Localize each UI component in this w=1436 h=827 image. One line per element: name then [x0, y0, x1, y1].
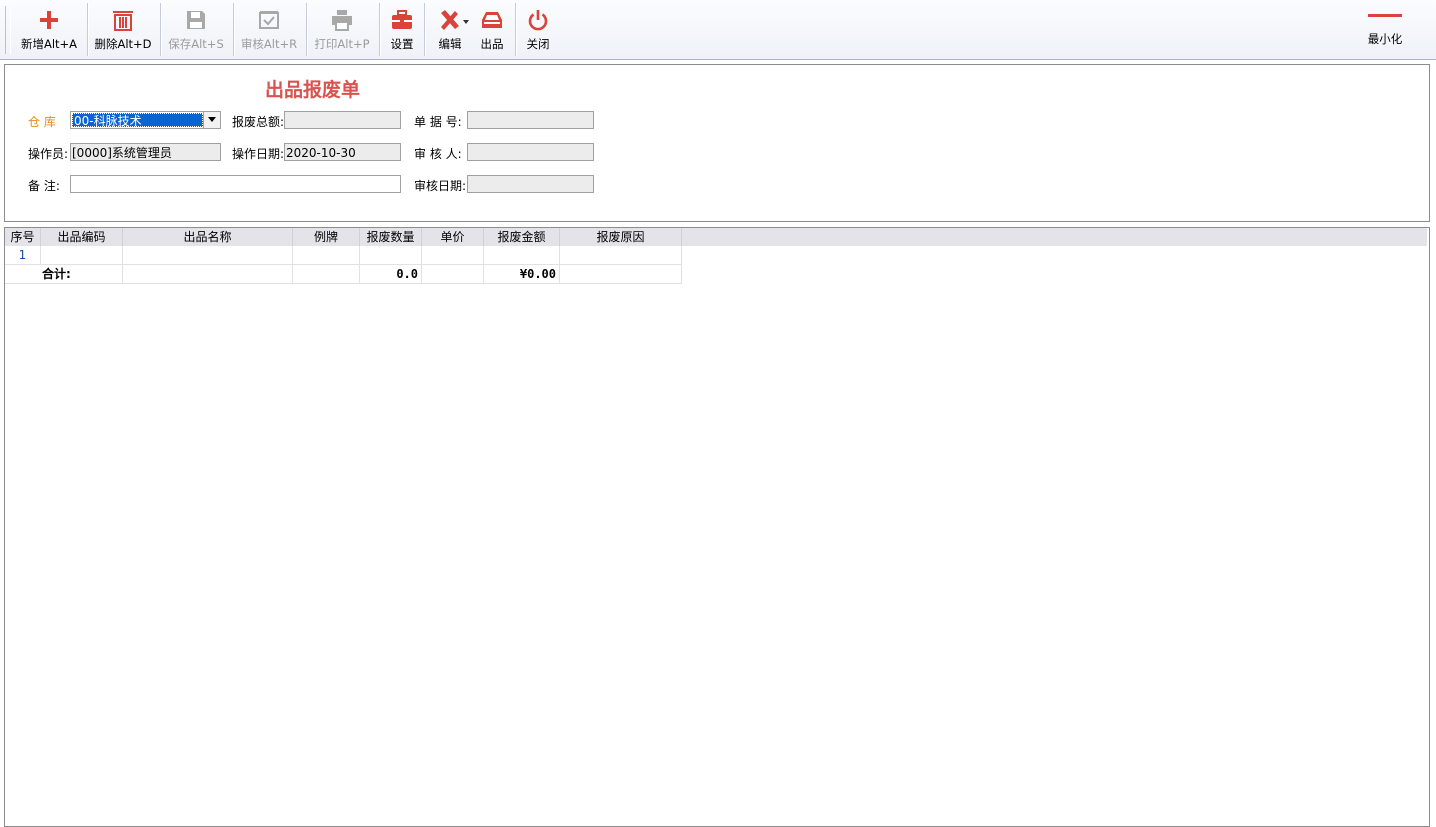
warehouse-dropdown-button[interactable] — [203, 112, 220, 128]
cell-name[interactable] — [123, 246, 293, 265]
warehouse-select[interactable]: 00-科脉技术 — [70, 111, 221, 129]
settings-button[interactable]: 设置 — [382, 2, 422, 56]
print-button-label: 打印Alt+P — [314, 37, 370, 51]
edit-button[interactable]: 编辑 — [430, 2, 470, 56]
detail-grid: 序号 出品编码 出品名称 例牌 报废数量 单价 报废金额 报废原因 1 合计: … — [4, 227, 1430, 827]
minimize-icon — [1368, 14, 1402, 17]
minimize-button-label: 最小化 — [1367, 32, 1403, 46]
close-button[interactable]: 关闭 — [518, 2, 558, 56]
product-button-label: 出品 — [480, 37, 504, 51]
save-button-label: 保存Alt+S — [168, 37, 224, 51]
toolbox-icon — [392, 10, 412, 29]
print-icon — [332, 10, 352, 31]
save-icon — [187, 11, 205, 29]
total-field[interactable] — [284, 111, 401, 129]
edit-icon — [441, 10, 459, 30]
warehouse-label: 仓 库 — [28, 115, 56, 129]
minimize-button[interactable]: 最小化 — [1360, 2, 1410, 56]
approve-icon — [259, 11, 279, 29]
column-header-reason[interactable]: 报废原因 — [560, 228, 682, 246]
total-seq-cell — [5, 265, 41, 284]
chevron-down-icon — [208, 117, 216, 122]
toolbar-grip[interactable] — [5, 6, 11, 54]
reviewer-label: 审 核 人: — [414, 147, 462, 161]
total-label: 报废总额: — [232, 115, 285, 129]
column-header-code[interactable]: 出品编码 — [41, 228, 123, 246]
cell-price[interactable] — [422, 246, 484, 265]
settings-button-label: 设置 — [390, 37, 414, 51]
form-title: 出品报废单 — [265, 79, 361, 101]
save-button[interactable]: 保存Alt+S — [161, 2, 231, 56]
product-button[interactable]: 出品 — [472, 2, 512, 56]
toolbar: 新增Alt+A 删除Alt+D 保存Alt+S 审核Alt+R 打印Alt+P … — [0, 0, 1436, 60]
remark-field[interactable] — [70, 175, 401, 193]
column-header-amount[interactable]: 报废金额 — [484, 228, 560, 246]
cell-seq: 1 — [5, 246, 41, 265]
total-name-cell — [123, 265, 293, 284]
cell-spec[interactable] — [293, 246, 360, 265]
trash-icon — [113, 11, 133, 31]
cell-code[interactable] — [41, 246, 123, 265]
total-label: 合计: — [41, 265, 123, 284]
column-header-price[interactable]: 单价 — [422, 228, 484, 246]
approve-button-label: 审核Alt+R — [240, 37, 298, 51]
opdate-field[interactable]: 2020-10-30 — [284, 143, 401, 161]
plus-icon — [40, 11, 58, 29]
operator-field[interactable]: [0000]系统管理员 — [70, 143, 221, 161]
product-icon — [482, 12, 502, 28]
approve-button[interactable]: 审核Alt+R — [234, 2, 304, 56]
total-qty: 0.0 — [360, 265, 422, 284]
column-header-name[interactable]: 出品名称 — [123, 228, 293, 246]
edit-button-label: 编辑 — [438, 37, 462, 51]
docno-label: 单 据 号: — [414, 115, 462, 129]
docno-field[interactable] — [467, 111, 594, 129]
cell-amount[interactable] — [484, 246, 560, 265]
total-price-cell — [422, 265, 484, 284]
operator-label: 操作员: — [28, 147, 69, 161]
column-header-qty[interactable]: 报废数量 — [360, 228, 422, 246]
column-header-spec[interactable]: 例牌 — [293, 228, 360, 246]
header-form: 出品报废单 仓 库 00-科脉技术 报废总额: 单 据 号: 操作员: [000… — [4, 64, 1430, 222]
cell-qty[interactable] — [360, 246, 422, 265]
total-amount: ¥0.00 — [484, 265, 560, 284]
power-icon — [528, 10, 548, 31]
print-button[interactable]: 打印Alt+P — [307, 2, 377, 56]
reviewer-field[interactable] — [467, 143, 594, 161]
delete-button-label: 删除Alt+D — [94, 37, 152, 51]
warehouse-value: 00-科脉技术 — [72, 113, 203, 128]
total-reason-cell — [560, 265, 682, 284]
close-button-label: 关闭 — [526, 37, 550, 51]
opdate-label: 操作日期: — [232, 147, 285, 161]
grid-header: 序号 出品编码 出品名称 例牌 报废数量 单价 报废金额 报废原因 — [5, 228, 1427, 246]
chevron-down-icon — [463, 20, 469, 24]
add-button[interactable]: 新增Alt+A — [14, 2, 84, 56]
remark-label: 备 注: — [28, 179, 60, 193]
total-spec-cell — [293, 265, 360, 284]
reviewdate-field[interactable] — [467, 175, 594, 193]
cell-reason[interactable] — [560, 246, 682, 265]
column-header-seq[interactable]: 序号 — [5, 228, 41, 246]
delete-button[interactable]: 删除Alt+D — [88, 2, 158, 56]
add-button-label: 新增Alt+A — [20, 37, 78, 51]
reviewdate-label: 审核日期: — [414, 179, 467, 193]
